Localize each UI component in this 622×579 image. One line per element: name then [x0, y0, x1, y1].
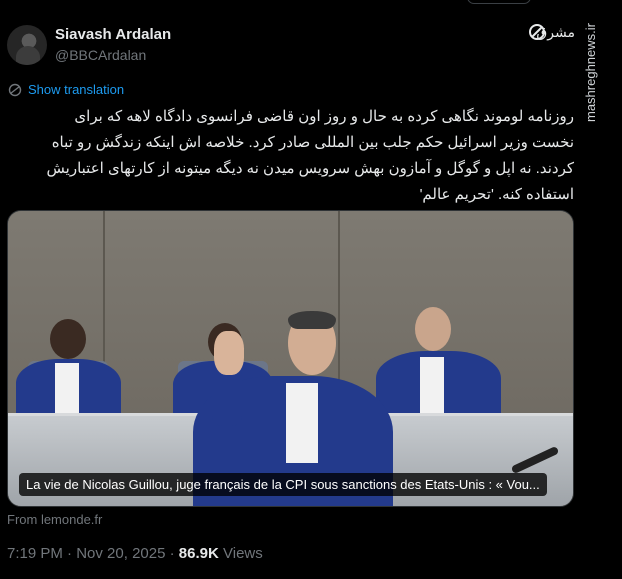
link-card-image[interactable]: La vie de Nicolas Guillou, juge français… — [7, 210, 574, 507]
tweet-line: کردند. نه اپل و گوگل و آمازون بهش سرویس … — [46, 160, 574, 177]
show-translation-button[interactable]: Show translation — [8, 82, 124, 97]
svg-text:مشرق: مشرق — [536, 25, 575, 41]
meta-separator: · — [67, 545, 73, 562]
tweet-date[interactable]: Nov 20, 2025 — [76, 545, 165, 562]
views-count: 86.9K — [178, 545, 219, 562]
link-source[interactable]: From lemonde.fr — [7, 512, 102, 527]
watermark-side-text: mashreghnews.ir — [583, 23, 598, 122]
tweet-line: روزنامه لوموند نگاهی کرده به حال و روز ا… — [74, 108, 574, 125]
tweet-meta: 7:19 PM · Nov 20, 2025 · 86.9K Views — [7, 545, 263, 562]
tweet-line: نخست وزیر اسرائیل حکم جلب بین المللی صاد… — [51, 134, 574, 151]
link-card-caption[interactable]: La vie de Nicolas Guillou, juge français… — [19, 473, 547, 496]
avatar[interactable] — [7, 25, 47, 65]
tweet-text: روزنامه لوموند نگاهی کرده به حال و روز ا… — [8, 104, 574, 208]
watermark-logo: مشرق — [527, 18, 579, 44]
show-translation-label[interactable]: Show translation — [28, 82, 124, 97]
globe-icon — [8, 83, 22, 96]
views-label: Views — [223, 545, 263, 562]
author-handle[interactable]: @BBCArdalan — [55, 47, 146, 63]
author-display-name[interactable]: Siavash Ardalan — [55, 26, 171, 43]
meta-separator: · — [169, 545, 175, 562]
tweet-line: استفاده کنه. 'تحریم عالم' — [419, 186, 574, 203]
tweet-time[interactable]: 7:19 PM — [7, 545, 63, 562]
top-edge-pill — [467, 0, 531, 4]
